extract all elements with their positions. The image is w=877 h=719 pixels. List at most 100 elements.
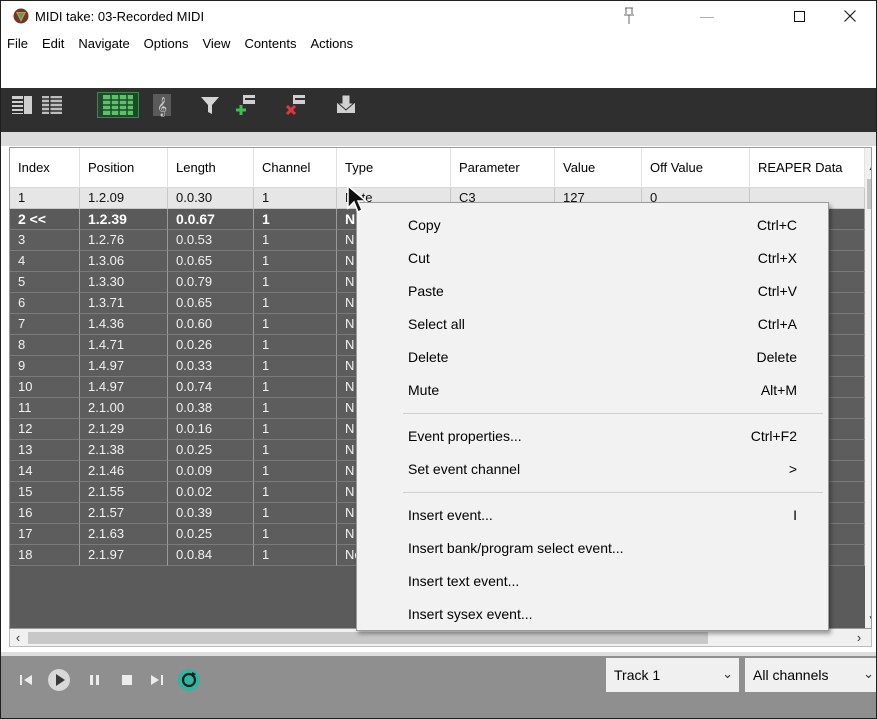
pause-icon[interactable] (83, 668, 107, 692)
close-icon (844, 10, 856, 22)
insert-event-icon[interactable] (234, 92, 260, 118)
column-header-index[interactable]: Index (10, 148, 80, 188)
minimize-button[interactable]: — (684, 1, 730, 31)
cell-length: 0.0.26 (168, 335, 254, 356)
cell-channel: 1 (254, 377, 337, 398)
column-header-position[interactable]: Position (80, 148, 168, 188)
vertical-scroll-thumb[interactable] (867, 179, 871, 209)
cell-channel: 1 (254, 335, 337, 356)
cell-channel: 1 (254, 251, 337, 272)
cell-channel: 1 (254, 503, 337, 524)
menu-view[interactable]: View (195, 36, 237, 51)
column-header-off-value[interactable]: Off Value (642, 148, 750, 188)
menu-item-cut[interactable]: Cut Ctrl+X (357, 242, 828, 274)
notation-view-icon[interactable]: 𝄞 (149, 92, 175, 118)
cell-length: 0.0.09 (168, 461, 254, 482)
cell-length: 0.0.25 (168, 524, 254, 545)
go-to-end-icon[interactable] (145, 668, 169, 692)
filter-icon[interactable] (197, 92, 223, 118)
horizontal-scrollbar[interactable]: ‹ › (9, 629, 872, 647)
import-icon[interactable] (333, 92, 359, 118)
scroll-left-arrow-icon[interactable]: ‹ (10, 630, 26, 646)
track-select[interactable]: Track 1 ⌄ (606, 658, 739, 692)
menu-item-shortcut: Ctrl+V (757, 283, 797, 299)
menu-item-insert-sysex-event[interactable]: Insert sysex event... (357, 598, 828, 630)
menu-item-label: Delete (408, 349, 449, 365)
cell-index: 6 (10, 293, 80, 314)
midi-editor-window: MIDI take: 03-Recorded MIDI — File Edit … (0, 0, 877, 719)
menu-separator (403, 492, 823, 493)
reaper-app-icon (13, 8, 29, 24)
menu-item-label: Insert text event... (408, 573, 520, 589)
menu-item-insert-event[interactable]: Insert event... I (357, 499, 828, 531)
vertical-scrollbar[interactable]: ▲ ▼ (865, 148, 871, 628)
close-button[interactable] (827, 1, 873, 31)
cell-index: 9 (10, 356, 80, 377)
menu-item-label: Select all (408, 316, 465, 332)
menu-item-mute[interactable]: Mute Alt+M (357, 374, 828, 406)
repeat-icon[interactable] (177, 668, 201, 692)
cell-position: 1.2.76 (80, 230, 168, 251)
menu-item-shortcut: Ctrl+C (756, 217, 797, 233)
menu-item-select-all[interactable]: Select all Ctrl+A (357, 308, 828, 340)
track-select-value: Track 1 (614, 667, 661, 683)
play-icon[interactable] (47, 668, 71, 692)
menu-item-event-properties[interactable]: Event properties... Ctrl+F2 (357, 420, 828, 452)
table-header: Index Position Length Channel Type Param… (10, 148, 865, 188)
go-to-start-icon[interactable] (14, 668, 38, 692)
menu-edit[interactable]: Edit (35, 36, 71, 51)
column-header-reaper-data[interactable]: REAPER Data (750, 148, 865, 188)
menu-item-insert-text-event[interactable]: Insert text event... (357, 565, 828, 597)
column-header-channel[interactable]: Channel (254, 148, 337, 188)
piano-roll-view-icon[interactable] (9, 92, 35, 118)
menu-item-label: Insert event... (408, 507, 493, 523)
menu-file[interactable]: File (1, 36, 35, 51)
chevron-down-icon: ⌄ (863, 666, 874, 681)
toolbar: 𝄞 (1, 88, 876, 132)
menu-item-label: Event properties... (408, 428, 522, 444)
scroll-down-arrow-icon[interactable]: ▼ (865, 614, 871, 628)
cell-position: 2.1.29 (80, 419, 168, 440)
menu-contents[interactable]: Contents (237, 36, 303, 51)
menu-item-shortcut: Ctrl+X (757, 250, 797, 266)
cell-index: 16 (10, 503, 80, 524)
cell-position: 2.1.00 (80, 398, 168, 419)
context-menu: Copy Ctrl+C Cut Ctrl+X Paste Ctrl+V Select all… (356, 202, 829, 631)
scroll-up-arrow-icon[interactable]: ▲ (865, 162, 871, 178)
cell-index: 13 (10, 440, 80, 461)
column-header-length[interactable]: Length (168, 148, 254, 188)
menu-item-shortcut: I (793, 507, 797, 523)
window-title: MIDI take: 03-Recorded MIDI (35, 8, 205, 24)
cell-position: 1.4.71 (80, 335, 168, 356)
menu-item-label: Set event channel (408, 461, 521, 477)
menu-item-set-event-channel[interactable]: Set event channel > (357, 453, 828, 485)
named-notes-view-icon[interactable] (39, 92, 65, 118)
menu-item-insert-bank-program-select-event[interactable]: Insert bank/program select event... (357, 532, 828, 564)
menu-item-paste[interactable]: Paste Ctrl+V (357, 275, 828, 307)
scroll-right-arrow-icon[interactable]: › (851, 630, 867, 646)
cell-index: 12 (10, 419, 80, 440)
menu-item-delete[interactable]: Delete Delete (357, 341, 828, 373)
transport-bar: Track 1 ⌄ All channels ⌄ (1, 652, 876, 718)
cell-index: 10 (10, 377, 80, 398)
event-list-view-icon[interactable] (97, 92, 139, 118)
column-header-type[interactable]: Type (337, 148, 451, 188)
stop-icon[interactable] (115, 668, 139, 692)
column-header-value[interactable]: Value (555, 148, 642, 188)
delete-event-icon[interactable] (284, 92, 310, 118)
horizontal-scroll-thumb[interactable] (28, 632, 708, 644)
cell-position: 1.4.97 (80, 377, 168, 398)
menu-navigate[interactable]: Navigate (71, 36, 136, 51)
maximize-button[interactable] (776, 1, 822, 31)
menu-item-label: Cut (408, 250, 430, 266)
cell-length: 0.0.39 (168, 503, 254, 524)
column-header-parameter[interactable]: Parameter (451, 148, 555, 188)
channel-select[interactable]: All channels ⌄ (745, 658, 876, 692)
pin-icon[interactable] (621, 7, 637, 25)
menu-item-copy[interactable]: Copy Ctrl+C (357, 209, 828, 241)
cell-position: 1.3.06 (80, 251, 168, 272)
menu-options[interactable]: Options (137, 36, 196, 51)
menu-actions[interactable]: Actions (303, 36, 360, 51)
cell-index: 8 (10, 335, 80, 356)
cell-channel: 1 (254, 482, 337, 503)
